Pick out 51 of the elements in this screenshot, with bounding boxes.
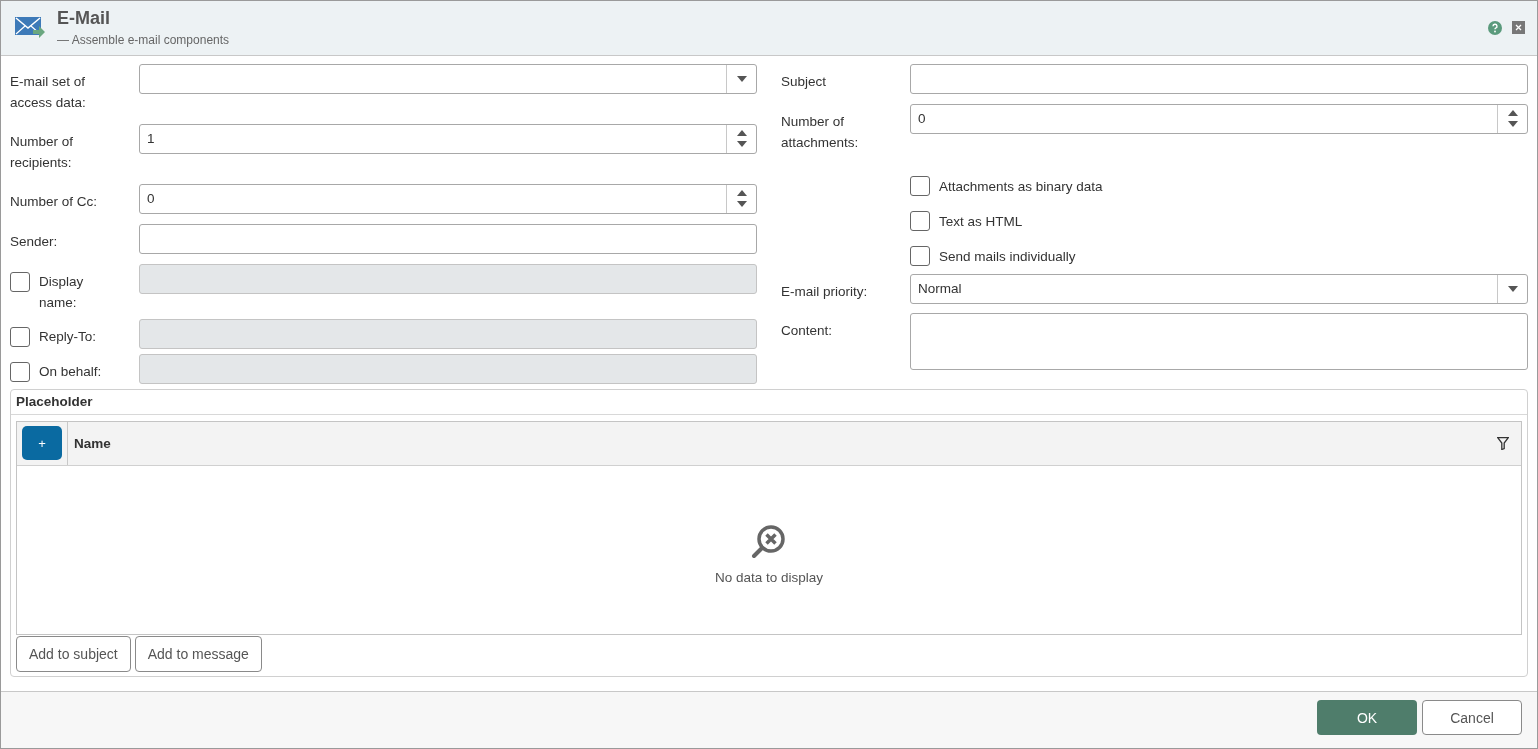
field-label: Sender: (10, 233, 59, 251)
text-field[interactable] (910, 64, 1528, 94)
filter-icon[interactable] (1497, 437, 1509, 450)
number-field[interactable]: 0 (910, 104, 1528, 134)
checkbox-label: Send mails individually (939, 249, 1076, 264)
field-label: Number of Cc: (10, 193, 99, 211)
help-icon[interactable] (1488, 21, 1502, 35)
add-button[interactable]: + (22, 426, 62, 461)
no-results-icon (751, 524, 787, 561)
field-value: Normal (917, 281, 963, 297)
column-header[interactable]: Name (74, 436, 111, 451)
field-value: 1 (146, 131, 156, 147)
checkbox[interactable] (910, 211, 930, 232)
close-icon[interactable] (1512, 21, 1525, 35)
down-arrow-icon[interactable] (1507, 121, 1518, 128)
caret-icon (736, 76, 747, 82)
envelope-icon (15, 15, 45, 41)
text-field[interactable] (139, 224, 757, 254)
cancel-button[interactable]: Cancel (1422, 700, 1522, 736)
down-arrow-icon[interactable] (736, 201, 747, 208)
field-label: E-mail priority: (781, 283, 869, 301)
add-placeholder-button[interactable]: Add to message (134, 636, 262, 672)
field-label: Number of recipients: (10, 133, 75, 172)
number-field[interactable]: 1 (139, 124, 757, 154)
up-arrow-icon[interactable] (736, 130, 747, 137)
add-placeholder-button[interactable]: Add to subject (16, 636, 131, 672)
up-arrow-icon[interactable] (736, 190, 747, 197)
ok-button[interactable]: OK (1317, 700, 1417, 736)
number-field[interactable]: 0 (139, 184, 757, 214)
dialog-title: E-Mail (57, 8, 111, 30)
dropdown-field[interactable] (139, 64, 757, 94)
checkbox-label: Attachments as binary data (939, 179, 1103, 194)
field-label: E-mail set of access data: (10, 73, 87, 112)
panel-title: Placeholder (16, 394, 93, 409)
field-label: On behalf: (39, 363, 103, 381)
field-value: 0 (917, 111, 927, 127)
empty-message: No data to display (714, 570, 824, 586)
field-label: Display name: (39, 273, 85, 312)
field-label: Reply-To: (39, 328, 98, 346)
field-label: Number of attachments: (781, 113, 860, 152)
dropdown-field[interactable]: Normal (910, 274, 1528, 304)
caret-icon (1507, 286, 1518, 292)
field-value: 0 (146, 191, 156, 207)
up-arrow-icon[interactable] (1507, 110, 1518, 117)
field-label: Content: (781, 322, 834, 340)
checkbox-label: Text as HTML (939, 214, 1023, 229)
down-arrow-icon[interactable] (736, 141, 747, 148)
checkbox[interactable] (910, 246, 930, 267)
checkbox[interactable] (910, 176, 930, 197)
dialog-subtitle: — Assemble e-mail components (57, 33, 231, 48)
field-label: Subject (781, 73, 828, 91)
